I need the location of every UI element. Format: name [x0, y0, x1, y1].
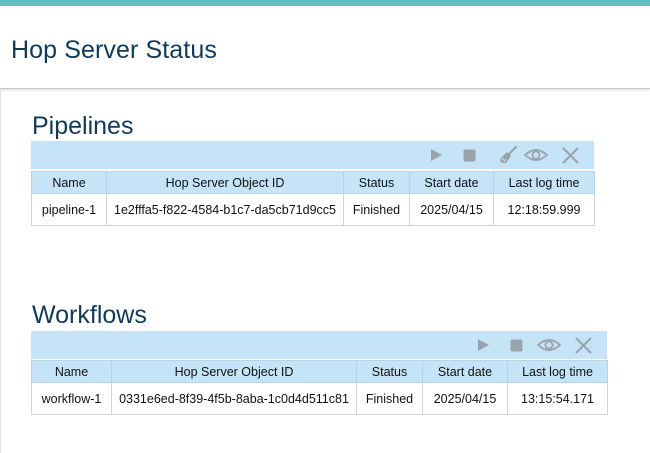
column-header-start-date[interactable]: Start date [422, 360, 508, 383]
column-header-start-date[interactable]: Start date [409, 171, 494, 194]
workflow-name-cell[interactable]: workflow-1 [31, 382, 112, 415]
play-icon[interactable] [473, 335, 493, 355]
pipelines-table: Name Hop Server Object ID Status Start d… [31, 171, 595, 226]
table-header-row: Name Hop Server Object ID Status Start d… [31, 360, 608, 383]
pipeline-name-cell[interactable]: pipeline-1 [31, 193, 107, 226]
stop-icon[interactable] [459, 145, 479, 165]
table-row[interactable]: pipeline-1 1e2fffa5-f822-4584-b1c7-da5cb… [31, 193, 595, 226]
workflows-table: Name Hop Server Object ID Status Start d… [31, 360, 608, 415]
eye-icon[interactable] [523, 145, 549, 165]
pipelines-toolbar [31, 141, 594, 169]
stop-icon[interactable] [506, 335, 526, 355]
column-header-last-log-time[interactable]: Last log time [507, 360, 608, 383]
object-id-cell: 1e2fffa5-f822-4584-b1c7-da5cb71d9cc5 [106, 193, 344, 226]
column-header-name[interactable]: Name [31, 171, 107, 194]
workflows-toolbar [31, 331, 607, 359]
clean-icon[interactable] [498, 145, 518, 165]
last-log-time-cell: 12:18:59.999 [493, 193, 595, 226]
start-date-cell: 2025/04/15 [409, 193, 494, 226]
object-id-cell: 0331e6ed-8f39-4f5b-8aba-1c0d4d511c81 [111, 382, 357, 415]
page-title: Hop Server Status [11, 36, 217, 64]
pipelines-title: Pipelines [32, 112, 134, 140]
column-header-object-id[interactable]: Hop Server Object ID [106, 171, 344, 194]
column-header-status[interactable]: Status [343, 171, 410, 194]
close-icon[interactable] [560, 145, 580, 165]
left-divider [0, 90, 1, 453]
last-log-time-cell: 13:15:54.171 [507, 382, 608, 415]
table-row[interactable]: workflow-1 0331e6ed-8f39-4f5b-8aba-1c0d4… [31, 382, 608, 415]
column-header-name[interactable]: Name [31, 360, 112, 383]
column-header-status[interactable]: Status [356, 360, 423, 383]
table-header-row: Name Hop Server Object ID Status Start d… [31, 171, 595, 194]
close-icon[interactable] [573, 335, 593, 355]
eye-icon[interactable] [536, 335, 562, 355]
column-header-object-id[interactable]: Hop Server Object ID [111, 360, 357, 383]
status-cell: Finished [343, 193, 410, 226]
start-date-cell: 2025/04/15 [422, 382, 508, 415]
column-header-last-log-time[interactable]: Last log time [493, 171, 595, 194]
workflows-title: Workflows [32, 301, 147, 329]
status-cell: Finished [356, 382, 423, 415]
play-icon[interactable] [426, 145, 446, 165]
page-header: Hop Server Status [0, 6, 650, 89]
